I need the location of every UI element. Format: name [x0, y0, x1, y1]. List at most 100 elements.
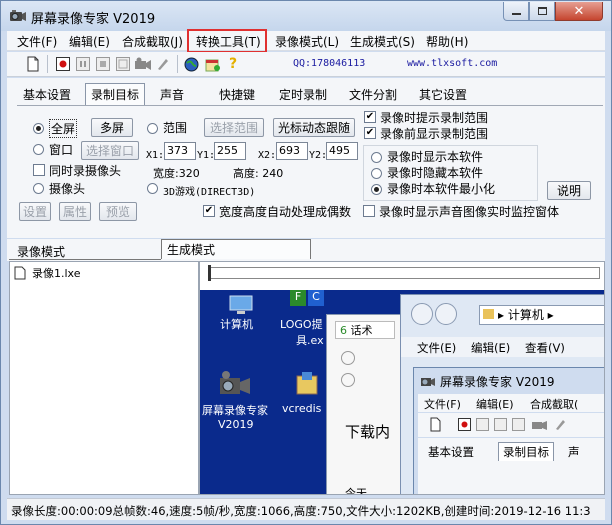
- calendar-icon[interactable]: [205, 56, 221, 72]
- tab-record-target[interactable]: 录制目标: [85, 83, 145, 105]
- timeline-handle[interactable]: [208, 265, 211, 281]
- pause-icon[interactable]: [75, 56, 91, 72]
- mode-tabs: 录像模式 生成模式: [7, 239, 605, 261]
- stop-icon[interactable]: [95, 56, 111, 72]
- minimize-icon: [511, 13, 521, 15]
- explorer-window: ▸ 计算机 ▸ 文件(E) 编辑(E) 查看(V) 屏幕录像专家 V2019 文…: [400, 294, 604, 494]
- x1-label: X1:: [146, 150, 165, 161]
- nested-menu: 文件(F) 编辑(E) 合成截取(: [418, 394, 604, 412]
- settings-button[interactable]: 设置: [19, 202, 51, 221]
- explorer-menu: 文件(E) 编辑(E) 查看(V): [401, 337, 604, 357]
- x2-label: X2:: [258, 150, 277, 161]
- frame-icon[interactable]: [115, 56, 131, 72]
- menu-file[interactable]: 文件(F): [17, 33, 57, 50]
- multiscreen-button[interactable]: 多屏: [91, 118, 133, 137]
- computer-icon: [229, 295, 253, 314]
- tab-hotkeys[interactable]: 快捷键: [213, 83, 261, 105]
- new-file-icon[interactable]: [25, 56, 41, 72]
- radio-3d-game[interactable]: [147, 183, 158, 194]
- nested-tabs: 基本设置 录制目标 声: [418, 438, 604, 494]
- menu-edit[interactable]: 编辑(E): [69, 33, 110, 50]
- x2-input[interactable]: 693: [276, 142, 308, 160]
- camera-sync-checkbox[interactable]: [33, 164, 45, 176]
- height-label: 高度: 240: [233, 167, 284, 180]
- folder-icon: [483, 309, 494, 319]
- toolbar-separator: [177, 55, 178, 73]
- select-range-button[interactable]: 选择范围: [204, 118, 264, 137]
- radio-show-software[interactable]: [371, 152, 382, 163]
- list-item[interactable]: 录像1.lxe: [14, 265, 81, 281]
- properties-button[interactable]: 属性: [59, 202, 91, 221]
- tab-sound[interactable]: 声音: [153, 83, 191, 105]
- radio-fullscreen[interactable]: [33, 123, 44, 134]
- help-button[interactable]: 说明: [547, 181, 591, 200]
- y2-label: Y2:: [309, 150, 328, 161]
- close-button[interactable]: ✕: [555, 2, 603, 21]
- camera-label: 摄像头: [49, 182, 86, 196]
- desktop-label: 计算机: [220, 318, 253, 331]
- show-range-label: 录像前显示录制范围: [380, 127, 489, 141]
- nested-toolbar: [418, 413, 604, 437]
- range-label: 范围: [163, 121, 188, 135]
- preview-pane: 计算机 F C LOGO提 具.ex 屏幕录像专家 V2019 vcredis …: [199, 261, 605, 495]
- radio-hide-software[interactable]: [371, 168, 382, 179]
- camera-icon[interactable]: [135, 56, 151, 72]
- cursor-follow-button[interactable]: 光标动态跟随: [273, 118, 355, 137]
- tab-basic-settings[interactable]: 基本设置: [17, 83, 77, 105]
- settings-panel: 基本设置 录制目标 声音 快捷键 定时录制 文件分割 其它设置 全屏 多屏 范围…: [7, 78, 605, 238]
- tab-generate-mode[interactable]: 生成模式: [167, 241, 215, 258]
- logo-icon: F C: [290, 290, 324, 306]
- hide-software-label: 录像时隐藏本软件: [387, 166, 484, 180]
- file-icon: [14, 266, 26, 280]
- window-title: 屏幕录像专家 V2019: [31, 12, 156, 27]
- x1-input[interactable]: 373: [164, 142, 196, 160]
- select-window-button[interactable]: 选择窗口: [81, 141, 139, 160]
- tab-record-mode[interactable]: 录像模式: [17, 243, 65, 260]
- window-label: 窗口: [49, 143, 74, 157]
- camera-sync-label: 同时录摄像头: [49, 164, 122, 178]
- back-icon: [341, 351, 355, 365]
- auto-even-label: 宽度高度自动处理成偶数: [219, 205, 352, 219]
- captured-desktop: 计算机 F C LOGO提 具.ex 屏幕录像专家 V2019 vcredis …: [200, 290, 604, 494]
- show-range-checkbox[interactable]: ✔: [364, 127, 376, 139]
- desktop-label: V2019: [218, 418, 254, 431]
- app-window: 屏幕录像专家 V2019 ✕ 文件(F) 编辑(E) 合成截取(J) 转换工具(…: [0, 0, 612, 525]
- radio-range[interactable]: [147, 123, 158, 134]
- radio-camera[interactable]: [33, 183, 44, 194]
- address-bar[interactable]: ▸ 计算机 ▸: [479, 305, 604, 325]
- tab-divider: [17, 105, 603, 106]
- monitor-window-checkbox[interactable]: [363, 205, 375, 217]
- tab-file-split[interactable]: 文件分割: [343, 83, 403, 105]
- recording-file-list[interactable]: 录像1.lxe: [9, 261, 199, 495]
- pen-icon[interactable]: [155, 56, 171, 72]
- menu-compose[interactable]: 合成截取(J): [122, 33, 183, 50]
- menu-help[interactable]: 帮助(H): [426, 33, 468, 50]
- tab-other-settings[interactable]: 其它设置: [413, 83, 473, 105]
- close-icon: ✕: [573, 3, 585, 19]
- timeline-track[interactable]: [208, 267, 600, 279]
- qq-text: QQ:178046113: [293, 58, 366, 69]
- radio-window[interactable]: [33, 144, 44, 155]
- globe-icon[interactable]: [183, 56, 199, 72]
- hint-range-checkbox[interactable]: ✔: [364, 111, 376, 123]
- toolbar-separator: [47, 55, 48, 73]
- minimize-button[interactable]: [503, 2, 529, 21]
- radio-minimize-software[interactable]: [371, 184, 382, 195]
- refresh-icon: [341, 373, 355, 387]
- y1-label: Y1:: [197, 150, 216, 161]
- tab-timed-record[interactable]: 定时录制: [273, 83, 333, 105]
- installer-icon: [296, 372, 318, 395]
- menu-record-mode[interactable]: 录像模式(L): [275, 33, 339, 50]
- y2-input[interactable]: 495: [326, 142, 358, 160]
- preview-button[interactable]: 预览: [99, 202, 137, 221]
- record-icon[interactable]: [55, 56, 71, 72]
- maximize-button[interactable]: [529, 2, 555, 21]
- y1-input[interactable]: 255: [214, 142, 246, 160]
- title-bar[interactable]: 屏幕录像专家 V2019 ✕: [1, 1, 611, 31]
- auto-even-checkbox[interactable]: ✔: [203, 205, 215, 217]
- monitor-window-label: 录像时显示声音图像实时监控窗体: [379, 205, 560, 219]
- help-icon[interactable]: ?: [225, 56, 241, 72]
- desktop-label: 具.ex: [296, 334, 324, 347]
- website-link[interactable]: www.tlxsoft.com: [407, 58, 497, 69]
- menu-generate-mode[interactable]: 生成模式(S): [350, 33, 415, 50]
